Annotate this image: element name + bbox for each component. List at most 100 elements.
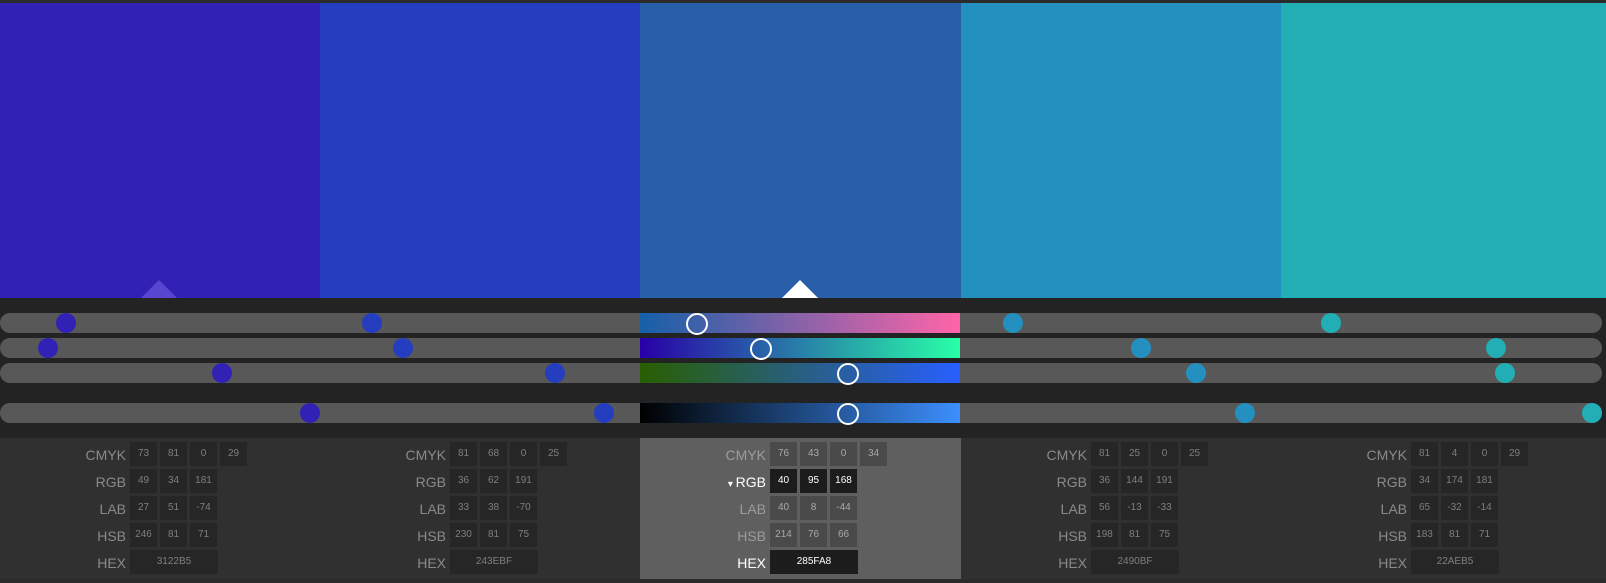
rgb-value-field[interactable]: 181 — [190, 469, 217, 493]
hex-value-field[interactable]: 243EBF — [450, 550, 538, 574]
hex-label[interactable]: HEX — [1378, 550, 1407, 576]
lab-value-field[interactable]: 38 — [480, 496, 507, 520]
cmyk-value-field[interactable]: 0 — [510, 442, 537, 466]
lab-value-field[interactable]: -14 — [1471, 496, 1498, 520]
lab-value-field[interactable]: -44 — [830, 496, 857, 520]
slider-handle-brightness-4[interactable] — [1235, 403, 1255, 423]
swatch-2[interactable] — [320, 3, 640, 298]
slider-handle-brightness-3[interactable] — [837, 403, 859, 425]
cmyk-label[interactable]: CMYK — [1047, 442, 1087, 468]
hsb-value-field[interactable]: 75 — [1151, 523, 1178, 547]
slider-handle-blue-1[interactable] — [212, 363, 232, 383]
cmyk-value-field[interactable]: 76 — [770, 442, 797, 466]
lab-value-field[interactable]: 65 — [1411, 496, 1438, 520]
slider-handle-brightness-2[interactable] — [594, 403, 614, 423]
lab-value-field[interactable]: -33 — [1151, 496, 1178, 520]
swatch-4[interactable] — [961, 3, 1281, 298]
cmyk-label[interactable]: CMYK — [1367, 442, 1407, 468]
lab-value-field[interactable]: 40 — [770, 496, 797, 520]
base-color-marker[interactable] — [139, 280, 179, 300]
lab-value-field[interactable]: -70 — [510, 496, 537, 520]
slider-gradient-blue[interactable] — [640, 363, 960, 383]
swatch-5[interactable] — [1281, 3, 1606, 298]
slider-handle-green-3[interactable] — [750, 338, 772, 360]
slider-handle-green-1[interactable] — [38, 338, 58, 358]
slider-handle-brightness-1[interactable] — [300, 403, 320, 423]
hsb-label[interactable]: HSB — [737, 523, 766, 549]
hsb-value-field[interactable]: 71 — [190, 523, 217, 547]
rgb-value-field[interactable]: 40 — [770, 469, 797, 493]
cmyk-value-field[interactable]: 0 — [1151, 442, 1178, 466]
slider-handle-brightness-5[interactable] — [1582, 403, 1602, 423]
hsb-value-field[interactable]: 76 — [800, 523, 827, 547]
rgb-label[interactable]: RGB — [96, 469, 126, 495]
cmyk-value-field[interactable]: 25 — [1121, 442, 1148, 466]
cmyk-value-field[interactable]: 0 — [830, 442, 857, 466]
selected-color-marker[interactable] — [780, 280, 820, 300]
hex-value-field[interactable]: 22AEB5 — [1411, 550, 1499, 574]
hsb-label[interactable]: HSB — [1058, 523, 1087, 549]
rgb-value-field[interactable]: 174 — [1441, 469, 1468, 493]
hex-label[interactable]: HEX — [737, 550, 766, 576]
hex-value-field[interactable]: 285FA8 — [770, 550, 858, 574]
lab-value-field[interactable]: 8 — [800, 496, 827, 520]
hsb-value-field[interactable]: 81 — [1121, 523, 1148, 547]
rgb-value-field[interactable]: 34 — [160, 469, 187, 493]
hsb-label[interactable]: HSB — [97, 523, 126, 549]
lab-label[interactable]: LAB — [1381, 496, 1407, 522]
rgb-value-field[interactable]: 191 — [1151, 469, 1178, 493]
cmyk-value-field[interactable]: 73 — [130, 442, 157, 466]
hsb-label[interactable]: HSB — [417, 523, 446, 549]
lab-value-field[interactable]: -13 — [1121, 496, 1148, 520]
rgb-value-field[interactable]: 36 — [450, 469, 477, 493]
lab-value-field[interactable]: 56 — [1091, 496, 1118, 520]
swatch-1[interactable] — [0, 3, 320, 298]
hsb-value-field[interactable]: 230 — [450, 523, 477, 547]
slider-handle-red-1[interactable] — [56, 313, 76, 333]
cmyk-value-field[interactable]: 81 — [160, 442, 187, 466]
cmyk-value-field[interactable]: 68 — [480, 442, 507, 466]
slider-handle-red-4[interactable] — [1003, 313, 1023, 333]
rgb-value-field[interactable]: 168 — [830, 469, 857, 493]
rgb-value-field[interactable]: 95 — [800, 469, 827, 493]
lab-label[interactable]: LAB — [420, 496, 446, 522]
slider-handle-blue-4[interactable] — [1186, 363, 1206, 383]
swatch-3[interactable] — [640, 3, 961, 298]
hsb-value-field[interactable]: 246 — [130, 523, 157, 547]
lab-value-field[interactable]: -74 — [190, 496, 217, 520]
lab-label[interactable]: LAB — [1061, 496, 1087, 522]
hex-label[interactable]: HEX — [417, 550, 446, 576]
slider-handle-red-5[interactable] — [1321, 313, 1341, 333]
hsb-value-field[interactable]: 75 — [510, 523, 537, 547]
cmyk-value-field[interactable]: 43 — [800, 442, 827, 466]
dropdown-arrow-icon[interactable]: ▾ — [728, 479, 736, 490]
cmyk-value-field[interactable]: 81 — [450, 442, 477, 466]
lab-label[interactable]: LAB — [100, 496, 126, 522]
cmyk-value-field[interactable]: 0 — [190, 442, 217, 466]
cmyk-value-field[interactable]: 81 — [1091, 442, 1118, 466]
cmyk-value-field[interactable]: 29 — [1501, 442, 1528, 466]
lab-value-field[interactable]: -32 — [1441, 496, 1468, 520]
hsb-label[interactable]: HSB — [1378, 523, 1407, 549]
hex-label[interactable]: HEX — [1058, 550, 1087, 576]
rgb-value-field[interactable]: 34 — [1411, 469, 1438, 493]
cmyk-value-field[interactable]: 25 — [540, 442, 567, 466]
cmyk-value-field[interactable]: 0 — [1471, 442, 1498, 466]
rgb-value-field[interactable]: 181 — [1471, 469, 1498, 493]
slider-gradient-brightness[interactable] — [640, 403, 960, 423]
cmyk-value-field[interactable]: 4 — [1441, 442, 1468, 466]
rgb-value-field[interactable]: 62 — [480, 469, 507, 493]
rgb-label[interactable]: ▾ RGB — [728, 469, 766, 495]
cmyk-label[interactable]: CMYK — [86, 442, 126, 468]
cmyk-value-field[interactable]: 25 — [1181, 442, 1208, 466]
hsb-value-field[interactable]: 71 — [1471, 523, 1498, 547]
cmyk-label[interactable]: CMYK — [406, 442, 446, 468]
lab-label[interactable]: LAB — [740, 496, 766, 522]
hsb-value-field[interactable]: 81 — [160, 523, 187, 547]
rgb-value-field[interactable]: 191 — [510, 469, 537, 493]
rgb-label[interactable]: RGB — [1057, 469, 1087, 495]
cmyk-label[interactable]: CMYK — [726, 442, 766, 468]
hsb-value-field[interactable]: 183 — [1411, 523, 1438, 547]
rgb-value-field[interactable]: 36 — [1091, 469, 1118, 493]
rgb-value-field[interactable]: 49 — [130, 469, 157, 493]
